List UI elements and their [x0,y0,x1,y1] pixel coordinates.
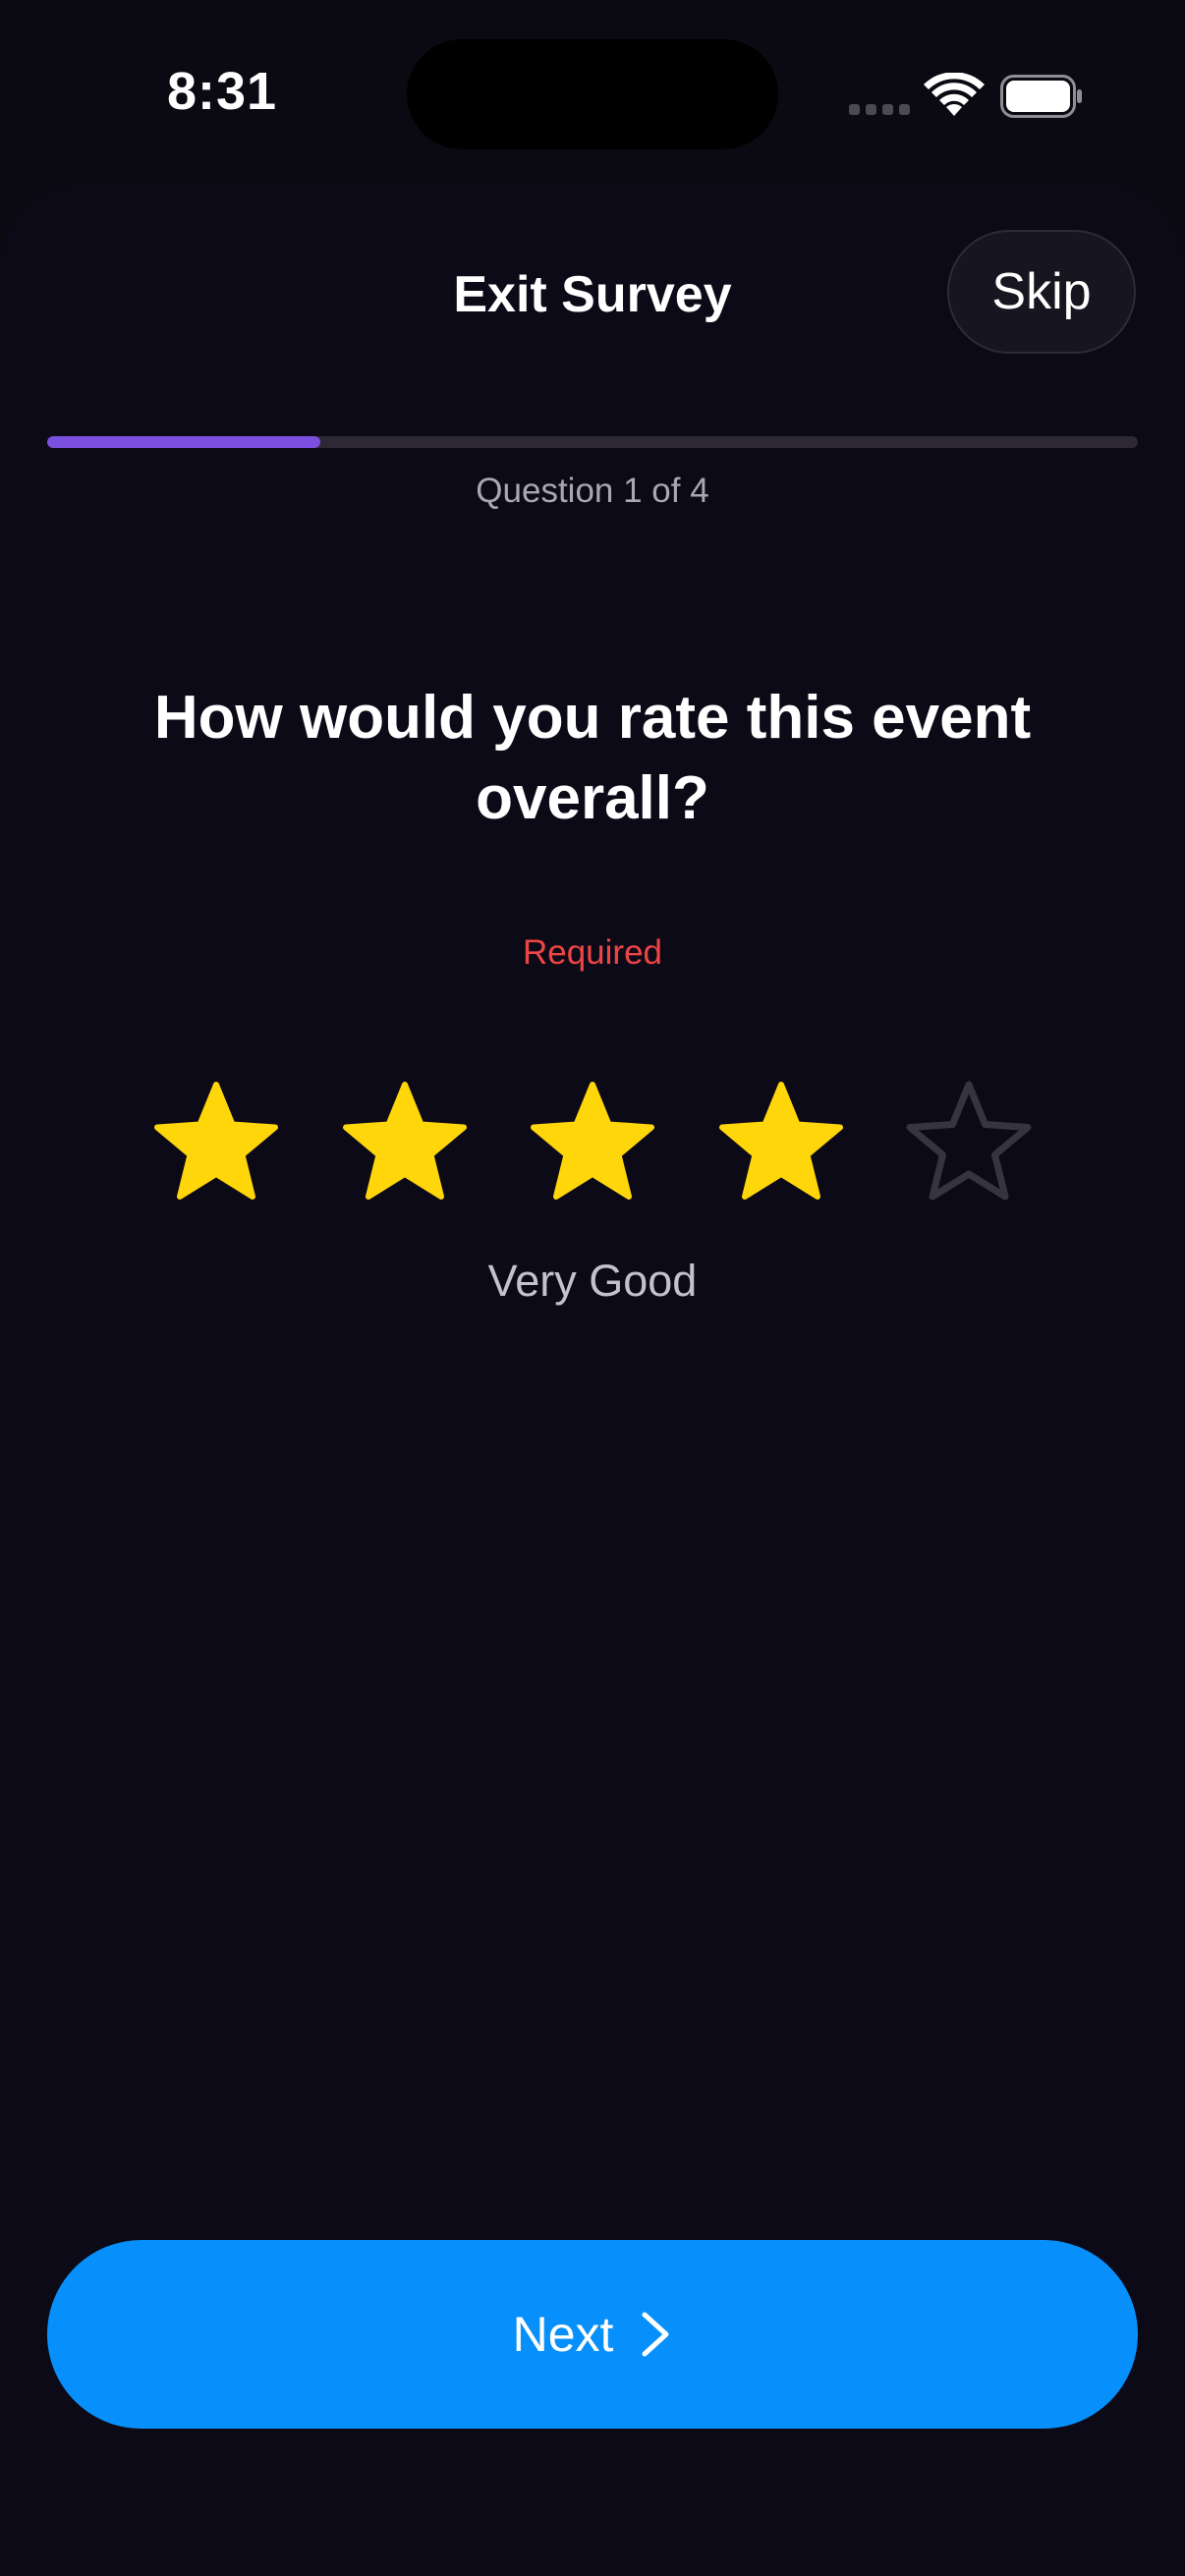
star-icon [906,1081,1032,1201]
required-label: Required [522,933,663,972]
chevron-right-icon [642,2312,669,2357]
star-5-empty[interactable] [900,1077,1038,1214]
star-icon [718,1082,843,1200]
star-rating [147,1077,1038,1214]
progress-fill [47,436,320,448]
cellular-signal-icon [849,104,910,115]
star-icon [342,1082,467,1200]
next-button[interactable]: Next [47,2240,1138,2429]
next-button-label: Next [512,2307,614,2362]
question-text: How would you rate this event overall? [153,684,1032,832]
progress-bar [47,436,1138,448]
dynamic-island [407,39,778,149]
survey-screen: 8:31 Exit Survey Skip Question 1 of 4 Ho… [0,0,1185,2576]
battery-icon [1000,75,1082,118]
status-time: 8:31 [167,62,278,121]
star-icon [531,1082,654,1200]
rating-label: Very Good [487,1256,698,1306]
star-2-filled[interactable] [336,1077,474,1214]
wifi-icon [924,73,985,116]
star-3-filled[interactable] [524,1077,661,1214]
star-1-filled[interactable] [147,1077,285,1214]
survey-sheet: Exit Survey Skip Question 1 of 4 How wou… [0,183,1185,2576]
star-4-filled[interactable] [712,1077,850,1214]
star-icon [154,1082,278,1200]
progress-label: Question 1 of 4 [476,472,709,510]
skip-button[interactable]: Skip [947,230,1136,354]
